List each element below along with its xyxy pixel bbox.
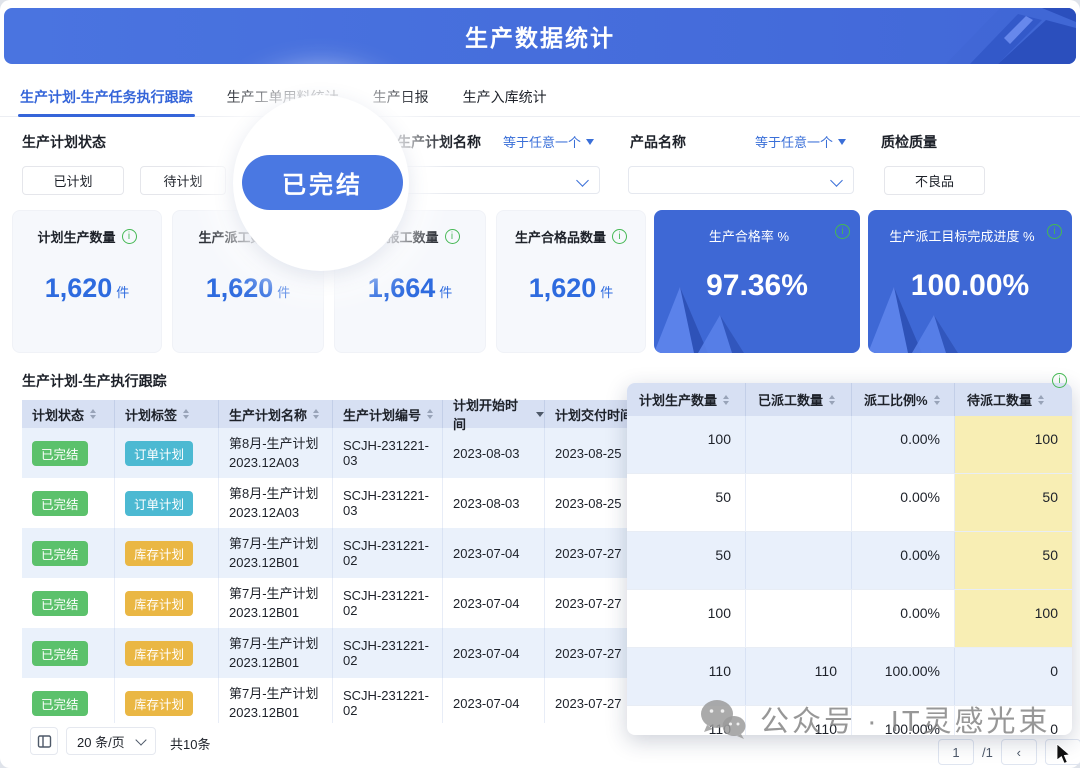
dashboard-root: 生产数据统计 生产计划-生产任务执行跟踪 生产工单用料统计 生产日报 生产入库统… (0, 0, 1080, 768)
page-header: 生产数据统计 (4, 8, 1076, 64)
kpi-card-planned-qty: 计划生产数量i 1,620件 (12, 210, 162, 353)
panel-row: 50 0.00% 50 (627, 474, 1072, 532)
prev-page-button[interactable]: ‹ (1001, 739, 1037, 765)
table-header-row: 计划状态 计划标签 生产计划名称 生产计划编号 计划开始时间 计划交付时间 (22, 400, 655, 428)
sort-icon[interactable] (723, 395, 729, 405)
tag-badge: 库存计划 (125, 591, 193, 616)
status-badge: 已完结 (32, 441, 88, 466)
columns-icon (37, 734, 52, 749)
tag-badge: 库存计划 (125, 641, 193, 666)
info-icon[interactable]: i (445, 229, 460, 244)
production-tracking-table: 计划状态 计划标签 生产计划名称 生产计划编号 计划开始时间 计划交付时间 已完… (22, 400, 655, 728)
panel-row: 100 0.00% 100 (627, 416, 1072, 474)
banner-decoration (846, 8, 1076, 64)
table-row: 已完结 库存计划 第7月-生产计划2023.12B01 SCJH-231221-… (22, 578, 655, 628)
info-icon[interactable]: i (122, 229, 137, 244)
section-title: 生产计划-生产执行跟踪 (22, 371, 167, 391)
status-badge: 已完结 (32, 491, 88, 516)
plan-name-select[interactable] (396, 166, 600, 194)
sort-icon[interactable] (934, 395, 940, 405)
column-settings-button[interactable] (30, 727, 58, 755)
total-pages-label: /1 (982, 745, 993, 760)
plan-name-operator[interactable]: 等于任意一个 (503, 133, 594, 153)
caret-down-icon (586, 139, 594, 145)
page-size-select[interactable]: 20 条/页 (66, 727, 156, 755)
watermark: 公众号 · IT灵感光束 (698, 698, 1051, 740)
table-row: 已完结 库存计划 第7月-生产计划2023.12B01 SCJH-231221-… (22, 628, 655, 678)
sort-icon[interactable] (90, 409, 96, 419)
filter-plan-name-label: 生产计划名称 (397, 132, 481, 152)
status-button-completed[interactable]: 已完结 (242, 155, 403, 210)
tab-bar: 生产计划-生产任务执行跟踪 生产工单用料统计 生产日报 生产入库统计 (0, 80, 1080, 117)
chevron-down-icon (576, 174, 589, 187)
table-row: 已完结 订单计划 第8月-生产计划2023.12A03 SCJH-231221-… (22, 428, 655, 478)
mouse-cursor (1056, 744, 1072, 766)
sort-icon[interactable] (829, 395, 835, 405)
status-badge: 已完结 (32, 591, 88, 616)
kpi-card-pass-rate: 生产合格率 % i 97.36% (654, 210, 860, 353)
current-page-box[interactable]: 1 (938, 739, 974, 765)
tag-badge: 库存计划 (125, 541, 193, 566)
table-row: 已完结 订单计划 第8月-生产计划2023.12A03 SCJH-231221-… (22, 478, 655, 528)
filter-quality-label: 质检质量 (881, 132, 937, 152)
info-icon[interactable]: i (1052, 373, 1067, 388)
info-icon[interactable]: i (835, 224, 850, 239)
product-operator[interactable]: 等于任意一个 (755, 133, 846, 153)
filter-product-label: 产品名称 (630, 132, 686, 152)
kpi-card-dispatch-progress: 生产派工目标完成进度 % i 100.00% (868, 210, 1072, 353)
tag-badge: 订单计划 (125, 441, 193, 466)
panel-row: 50 0.00% 50 (627, 532, 1072, 590)
tag-badge: 订单计划 (125, 491, 193, 516)
total-count-label: 共10条 (170, 734, 210, 753)
caret-down-icon[interactable] (536, 412, 544, 417)
status-badge: 已完结 (32, 541, 88, 566)
watermark-text: 公众号 · IT灵感光束 (760, 698, 1051, 740)
table-row: 已完结 库存计划 第7月-生产计划2023.12B01 SCJH-231221-… (22, 678, 655, 728)
status-button-pending[interactable]: 待计划 (140, 166, 226, 195)
quality-button-defective[interactable]: 不良品 (884, 166, 985, 195)
wechat-icon (698, 698, 748, 740)
product-select[interactable] (628, 166, 854, 194)
tag-badge: 库存计划 (125, 691, 193, 716)
status-badge: 已完结 (32, 691, 88, 716)
sort-icon[interactable] (1038, 395, 1044, 405)
info-icon[interactable]: i (1047, 224, 1062, 239)
sort-icon[interactable] (183, 409, 189, 419)
dispatch-detail-panel: 计划生产数量 已派工数量 派工比例% 待派工数量 100 0.00% 100 5… (627, 383, 1072, 735)
sort-icon[interactable] (427, 409, 433, 419)
info-icon[interactable]: i (612, 229, 627, 244)
kpi-card-qualified-qty: 生产合格品数量i 1,620件 (496, 210, 646, 353)
chevron-down-icon (135, 734, 146, 745)
tab-production-daily-report[interactable]: 生产日报 (371, 80, 431, 116)
tab-production-plan-task-tracking[interactable]: 生产计划-生产任务执行跟踪 (18, 80, 195, 116)
table-row: 已完结 库存计划 第7月-生产计划2023.12B01 SCJH-231221-… (22, 528, 655, 578)
status-badge: 已完结 (32, 641, 88, 666)
panel-header-row: 计划生产数量 已派工数量 派工比例% 待派工数量 (627, 383, 1072, 416)
filter-status-label: 生产计划状态 (22, 132, 106, 152)
chevron-down-icon (830, 174, 843, 187)
tab-production-inbound-stats[interactable]: 生产入库统计 (461, 80, 549, 116)
status-button-planned[interactable]: 已计划 (22, 166, 124, 195)
page-title: 生产数据统计 (465, 19, 615, 53)
sort-icon[interactable] (313, 409, 319, 419)
panel-row: 100 0.00% 100 (627, 590, 1072, 648)
caret-down-icon (838, 139, 846, 145)
